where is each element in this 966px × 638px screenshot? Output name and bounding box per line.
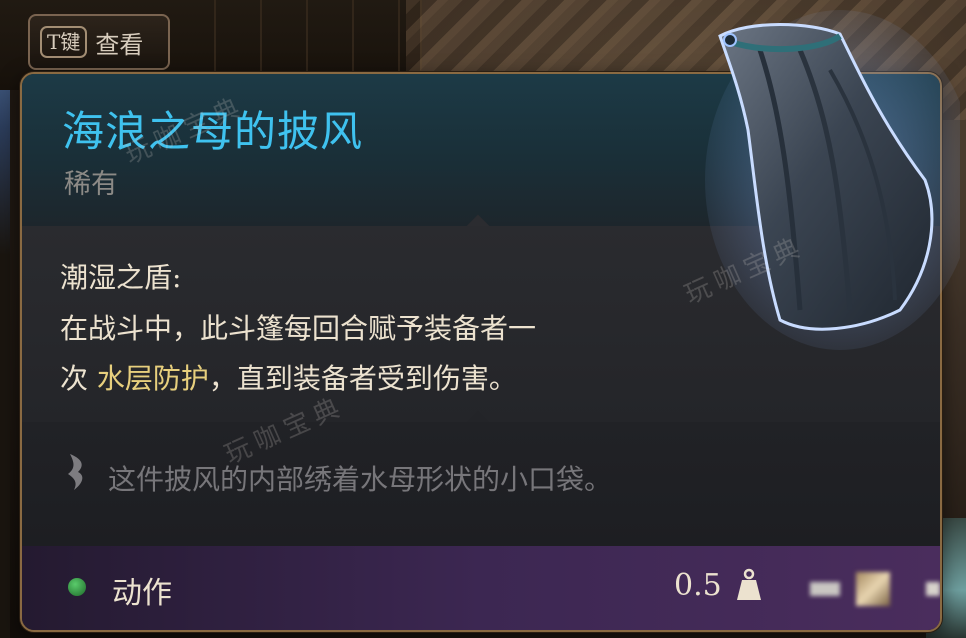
background-strip [0, 0, 10, 638]
item-weight: 0.5 [674, 568, 722, 603]
effect-line-2-prefix: 次 [60, 362, 97, 395]
cloak-icon [705, 10, 960, 350]
hotkey-badge: T键 [40, 26, 88, 58]
item-rarity: 稀有 [64, 169, 118, 200]
blurred-value [810, 582, 840, 596]
blurred-icon [856, 572, 890, 606]
view-label: 查看 [95, 30, 144, 59]
effect-line-1: 在战斗中，此斗篷每回合赋予装备者一 [60, 312, 537, 345]
flavor-section: 这件披风的内部绣着水母形状的小口袋。 [22, 422, 940, 546]
blurred-value-2 [926, 582, 940, 596]
item-name: 海浪之母的披风 [62, 107, 364, 156]
effect-description: 在战斗中，此斗篷每回合赋予装备者一 次 水层防护，直到装备者受到伤害。 [60, 304, 660, 404]
effect-keyword[interactable]: 水层防护 [97, 362, 209, 395]
green-dot-icon [68, 578, 86, 596]
flavor-text: 这件披风的内部绣着水母形状的小口袋。 [108, 463, 613, 496]
action-label: 动作 [112, 576, 172, 611]
tooltip-footer: 动作 0.5 [22, 546, 940, 630]
effect-line-2-suffix: ，直到装备者受到伤害。 [208, 362, 517, 395]
view-hotkey-button[interactable]: T键 查看 [28, 14, 170, 70]
weight-icon [737, 568, 761, 600]
game-scene: T键 查看 海浪之母的披风 稀有 潮湿之盾: 在战斗中，此斗篷每回合赋予装备者一… [0, 0, 966, 638]
effect-line-2: 次 水层防护，直到装备者受到伤害。 [60, 354, 660, 404]
effect-title: 潮湿之盾: [60, 261, 182, 294]
quill-icon [68, 454, 83, 490]
